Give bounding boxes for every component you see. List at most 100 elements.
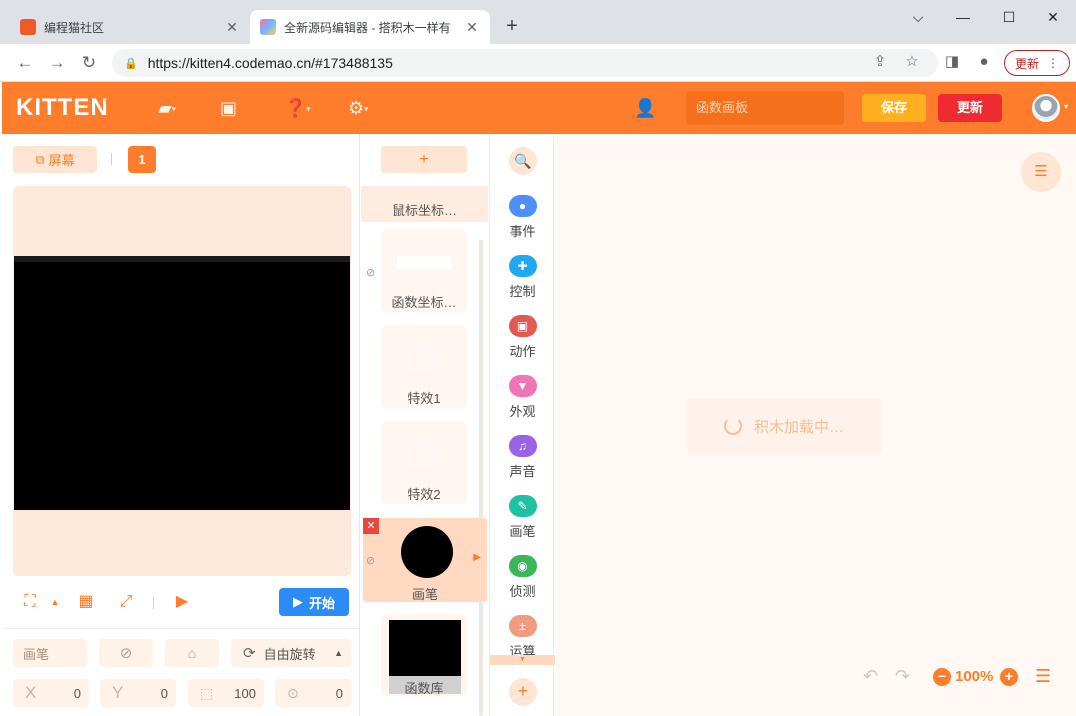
close-window-button[interactable]: ✕ [1030, 6, 1076, 28]
scroll-more-chevron-down-icon[interactable]: ▼ [490, 655, 555, 665]
backpack-icon[interactable]: ▣ [220, 96, 250, 120]
play-icon: ▶ [292, 594, 303, 609]
y-value: 0 [160, 685, 168, 701]
delete-sprite-icon[interactable]: ✕ [363, 518, 379, 534]
workspace-search-icon[interactable]: ☰ [1021, 152, 1061, 192]
category-control[interactable]: ✚ 控制 [490, 255, 555, 300]
screen-button[interactable]: ⧉ 屏幕 [13, 146, 97, 173]
x-label: X [25, 683, 37, 702]
side-panel-icon[interactable]: ◨ [942, 52, 962, 72]
hidden-eye-icon[interactable]: ⊘ [366, 266, 375, 279]
maximize-button[interactable]: ☐ [986, 6, 1032, 28]
category-pen[interactable]: ✎ 画笔 [490, 495, 555, 540]
browser-tab-community[interactable]: 编程猫社区 ✕ [10, 10, 250, 44]
help-menu-icon[interactable]: ❓▾ [284, 96, 314, 120]
browser-tab-editor[interactable]: 全新源码编辑器 - 搭积木一样有 ✕ [250, 10, 490, 44]
tab-title: 全新源码编辑器 - 搭积木一样有 [284, 20, 451, 35]
caret-up-icon[interactable]: ▲ [44, 591, 66, 613]
redo-icon[interactable]: ↷ [895, 666, 910, 687]
address-bar[interactable]: 🔒 https://kitten4.codemao.cn/#173488135 [112, 49, 938, 77]
visibility-toggle[interactable]: ⊘ [99, 639, 153, 667]
profile-icon[interactable]: ● [974, 52, 994, 72]
user-avatar[interactable] [1032, 94, 1060, 122]
sprite-name-field[interactable]: 画笔 [13, 639, 87, 667]
sprite-thumbnail: ▒▒ [408, 440, 440, 465]
bookmark-star-icon[interactable]: ☆ [902, 52, 922, 72]
reload-icon[interactable]: ↻ [78, 52, 100, 74]
direction-value: 0 [335, 685, 343, 701]
sprite-item[interactable]: ▒▒ 特效1 [381, 326, 467, 408]
sensing-icon: ◉ [508, 555, 537, 577]
rotation-mode-select[interactable]: ⟳ 自由旋转 ▲ [231, 639, 351, 667]
back-arrow-icon[interactable]: ← [14, 52, 36, 74]
category-looks[interactable]: ▼ 外观 [490, 375, 555, 420]
file-menu-icon[interactable]: ▰▾ [158, 96, 188, 120]
y-position-field[interactable]: Y 0 [100, 679, 176, 707]
direction-field[interactable]: ⊙ 0 [275, 679, 351, 707]
caret-up-icon: ▲ [334, 648, 343, 658]
sprite-list-scrollbar[interactable] [479, 240, 483, 716]
zoom-in-button[interactable]: + [1000, 668, 1018, 686]
sprite-item[interactable]: ▒▒ 特效2 [381, 422, 467, 504]
new-tab-button[interactable]: + [500, 14, 524, 38]
browser-update-button[interactable]: 更新 ⋮ [1004, 50, 1070, 76]
settings-gear-icon[interactable]: ⚙▾ [348, 96, 378, 120]
grid-icon[interactable]: ▦ [75, 591, 97, 613]
start-button[interactable]: ▶ 开始 [279, 588, 349, 616]
kitten-favicon-icon [260, 19, 276, 35]
add-extension-button[interactable]: + [509, 678, 537, 706]
pen-icon: ✎ [508, 495, 537, 517]
category-sound[interactable]: ♫ 声音 [490, 435, 555, 480]
stage-toolbar: ⛶ ▲ ▦ ⤢ ▶ ▶ 开始 [2, 586, 360, 618]
screen-icon: ⧉ [35, 151, 45, 167]
add-sprite-button[interactable]: + [381, 146, 467, 173]
lock-icon: 🔒 [124, 57, 138, 70]
forward-arrow-icon[interactable]: → [46, 52, 68, 74]
project-name-input[interactable]: 函数画板 [686, 91, 844, 125]
minimize-button[interactable]: — [940, 6, 986, 28]
tab-search-icon[interactable]: ⌵ [895, 6, 941, 28]
avatar-chevron-down-icon[interactable]: ▾ [1064, 102, 1068, 111]
sprite-item[interactable]: 函数库 [381, 614, 467, 696]
sprite-list: + 鼠标坐标… ⊘ 函数坐标… ▒▒ 特效1 ▒▒ 特效2 画笔 ▶ ✕ ⊘ 函… [361, 134, 488, 716]
category-motion[interactable]: ▣ 动作 [490, 315, 555, 360]
x-position-field[interactable]: X 0 [13, 679, 89, 707]
stage-panel: ⧉ 屏幕 1 ⛶ ▲ ▦ ⤢ ▶ ▶ 开始 画笔 ⊘ ⌂ ⟳ 自由旋转 ▲ X … [2, 134, 360, 716]
stage-size-icon[interactable]: ⛶ [19, 591, 41, 613]
chevron-right-icon: ▶ [473, 552, 481, 563]
close-tab-icon[interactable]: ✕ [464, 19, 480, 36]
stage-canvas[interactable] [14, 256, 350, 510]
events-icon: ● [508, 195, 537, 217]
recorder-icon[interactable]: ▶ [171, 591, 193, 613]
block-search-icon[interactable]: 🔍 [509, 147, 537, 175]
fullscreen-icon[interactable]: ⤢ [115, 591, 137, 613]
share-icon[interactable]: ⇪ [870, 52, 890, 72]
kitten-logo[interactable]: KITTEN [16, 94, 109, 122]
hidden-eye-icon[interactable]: ⊘ [366, 554, 375, 567]
publish-update-button[interactable]: 更新 [938, 94, 1002, 122]
zoom-out-button[interactable]: − [933, 668, 951, 686]
sprite-item[interactable]: 鼠标坐标… [361, 186, 488, 222]
operators-icon: ± [508, 615, 537, 637]
sound-note-icon: ♫ [508, 435, 537, 457]
sprite-name: 画笔 [411, 587, 438, 602]
add-collaborator-icon[interactable]: 👤 [634, 96, 664, 120]
undo-icon[interactable]: ↶ [863, 666, 878, 687]
sprite-item[interactable]: 函数坐标… [381, 230, 467, 312]
scale-field[interactable]: ⬚ 100 [188, 679, 264, 707]
align-blocks-icon[interactable]: ☰ [1035, 666, 1051, 687]
block-workspace[interactable]: ☰ 积木加载中… ↶ ↷ − 100% + ☰ [555, 134, 1076, 716]
looks-shirt-icon: ▼ [508, 375, 537, 397]
category-events[interactable]: ● 事件 [490, 195, 555, 240]
sprite-item-selected[interactable]: 画笔 ▶ [363, 518, 487, 602]
rotate-icon: ⟳ [243, 645, 256, 662]
category-sensing[interactable]: ◉ 侦测 [490, 555, 555, 600]
lock-toggle[interactable]: ⌂ [165, 639, 219, 667]
zoom-level: 100% [955, 668, 994, 685]
screen-number-tab[interactable]: 1 [128, 146, 156, 173]
category-operators[interactable]: ± 运算 [490, 615, 555, 655]
rotation-mode-value: 自由旋转 [263, 646, 316, 662]
close-tab-icon[interactable]: ✕ [224, 19, 240, 36]
update-label: 更新 [1014, 56, 1039, 71]
save-button[interactable]: 保存 [862, 94, 926, 122]
